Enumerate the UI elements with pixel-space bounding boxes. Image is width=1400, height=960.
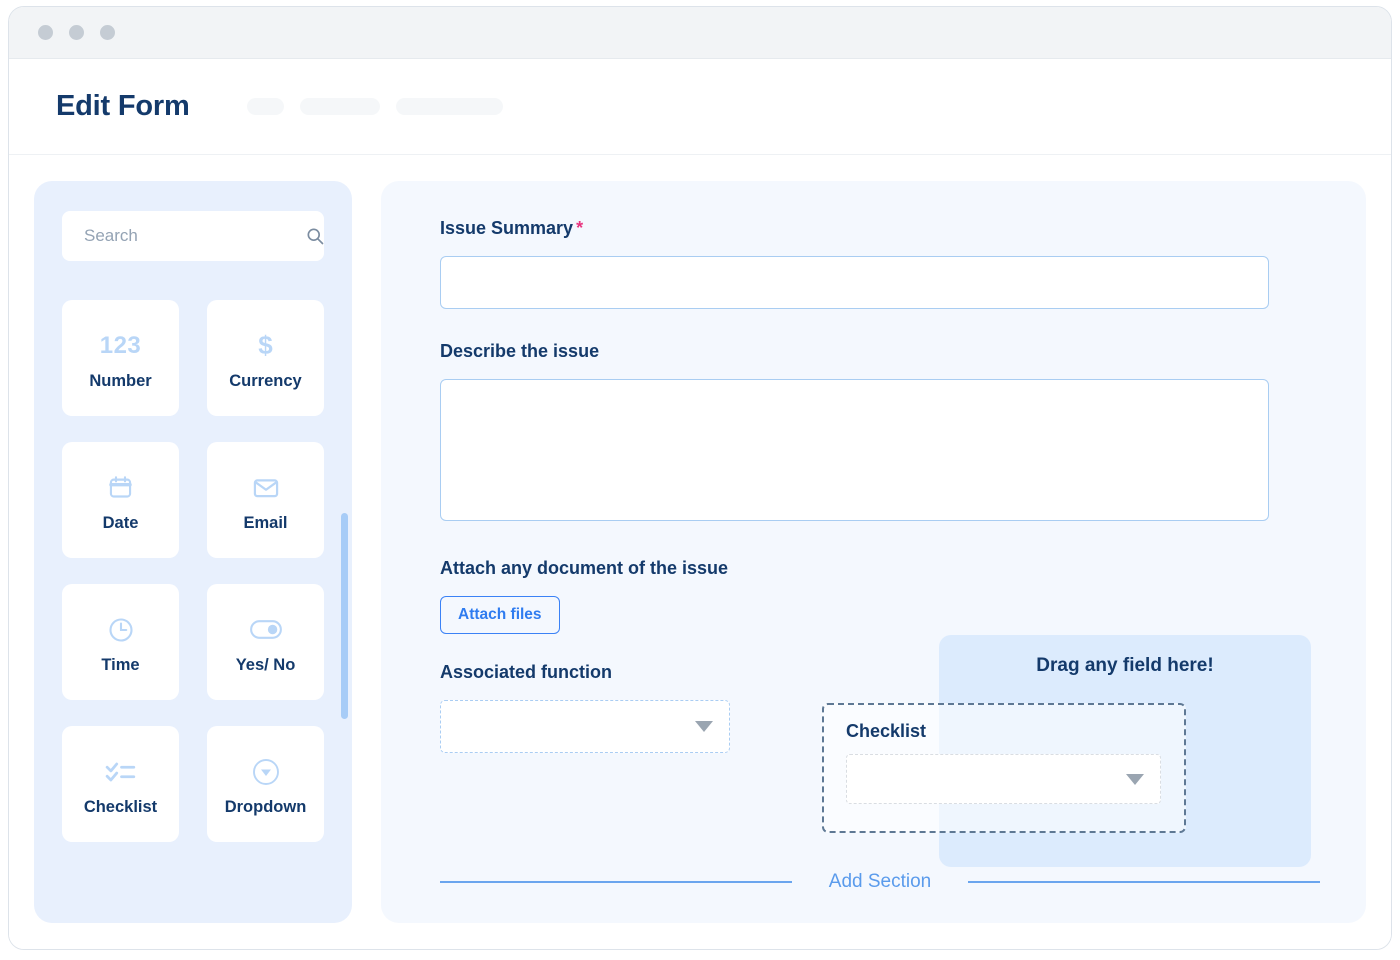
header-skeleton-group [246,98,503,115]
field-card-dropdown[interactable]: Dropdown [207,726,324,842]
envelope-icon [252,468,280,508]
calendar-icon [107,468,134,508]
dragged-checklist-select[interactable] [846,754,1161,804]
maximize-window-dot[interactable] [100,25,115,40]
field-card-label: Email [243,513,288,532]
describe-issue-textarea[interactable] [440,379,1269,521]
field-card-yes-no[interactable]: Yes/ No [207,584,324,700]
field-card-time[interactable]: Time [62,584,179,700]
field-card-label: Checklist [83,797,158,816]
close-window-dot[interactable] [38,25,53,40]
field-card-label: Currency [229,371,302,390]
header-skeleton-pill-1 [246,98,284,115]
issue-summary-group: Issue Summary * [440,218,1320,309]
dollar-icon: $ [258,330,273,360]
field-card-number[interactable]: 123 Number [62,300,179,416]
form-canvas: Issue Summary * Describe the issue Attach… [381,181,1366,923]
issue-summary-label-text: Issue Summary [440,218,574,238]
app-body: 123 Number $ Currency [9,155,1391,949]
minimize-window-dot[interactable] [69,25,84,40]
toggle-icon [249,610,282,650]
add-section-rule-left [440,881,792,883]
header-skeleton-pill-2 [299,98,380,115]
describe-issue-group: Describe the issue [440,341,1320,526]
clock-icon [107,610,135,650]
field-card-date[interactable]: Date [62,442,179,558]
search-box[interactable] [62,211,324,261]
caret-down-icon [695,721,713,732]
attach-document-label: Attach any document of the issue [440,558,729,578]
field-card-label: Time [101,655,140,674]
app-header: Edit Form [9,59,1391,155]
field-palette-sidebar: 123 Number $ Currency [34,181,352,923]
field-card-label: Yes/ No [235,655,296,674]
add-section-rule-right [968,881,1320,883]
caret-down-icon [1126,773,1144,785]
issue-summary-input[interactable] [440,256,1269,309]
drop-zone-text: Drag any field here! [1036,655,1214,676]
field-card-email[interactable]: Email [207,442,324,558]
checklist-icon [105,752,137,792]
window-controls [38,25,115,40]
page-title: Edit Form [56,90,190,122]
field-card-label: Number [89,371,152,390]
attach-files-button[interactable]: Attach files [440,596,560,634]
app-window: Edit Form Search 123 Number $ Currency D… [8,6,1392,950]
field-type-grid: 123 Number $ Currency Date Email Time Ye… [62,300,324,842]
dragged-checklist-card[interactable]: Checklist [822,703,1186,833]
field-card-checklist[interactable]: Checklist [62,726,179,842]
search-input[interactable] [84,226,305,246]
describe-issue-label: Describe the issue [440,341,600,361]
window-titlebar [9,7,1391,59]
search-icon[interactable] [305,226,325,246]
number-123-icon: 123 [99,331,142,359]
field-card-currency[interactable]: $ Currency [207,300,324,416]
required-asterisk: * [576,218,584,238]
add-section-link[interactable]: Add Section [829,871,931,893]
associated-function-select[interactable] [440,700,730,753]
dragged-checklist-title: Checklist [846,721,927,741]
issue-summary-label: Issue Summary * [440,218,1320,239]
header-skeleton-pill-3 [395,98,503,115]
field-card-label: Date [102,513,139,532]
add-section-row: Add Section [440,871,1320,893]
attach-document-group: Attach any document of the issue Attach … [440,558,1320,634]
palette-scrollbar[interactable] [341,513,348,719]
field-card-label: Dropdown [224,797,307,816]
dropdown-circle-icon [252,752,280,792]
